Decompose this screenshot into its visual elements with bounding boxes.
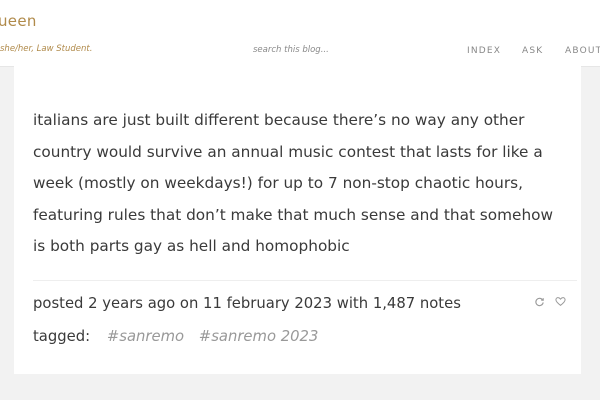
nav-about-link[interactable]: ABOUT xyxy=(565,46,600,56)
post-meta[interactable]: posted 2 years ago on 11 february 2023 w… xyxy=(33,295,461,312)
blog-title[interactable]: ueen xyxy=(0,12,37,30)
heart-icon[interactable] xyxy=(555,296,566,307)
post-tags: tagged: #sanremo #sanremo 2023 xyxy=(33,328,318,345)
tag-link[interactable]: #sanremo 2023 xyxy=(199,328,319,345)
post-text: italians are just built different becaus… xyxy=(33,111,554,255)
tag-link[interactable]: #sanremo xyxy=(107,328,184,345)
search-input[interactable]: search this blog... xyxy=(253,45,329,55)
nav-index-link[interactable]: INDEX xyxy=(467,46,501,56)
post-actions xyxy=(534,292,571,311)
reblog-icon[interactable] xyxy=(534,296,545,307)
nav-ask-link[interactable]: ASK xyxy=(522,46,543,56)
post-divider xyxy=(33,280,577,281)
blog-header: ueen she/her, Law Student. search this b… xyxy=(0,0,600,67)
blog-description: she/her, Law Student. xyxy=(0,44,93,54)
tagged-label: tagged: xyxy=(33,328,91,345)
post-card: italians are just built different becaus… xyxy=(14,66,581,374)
